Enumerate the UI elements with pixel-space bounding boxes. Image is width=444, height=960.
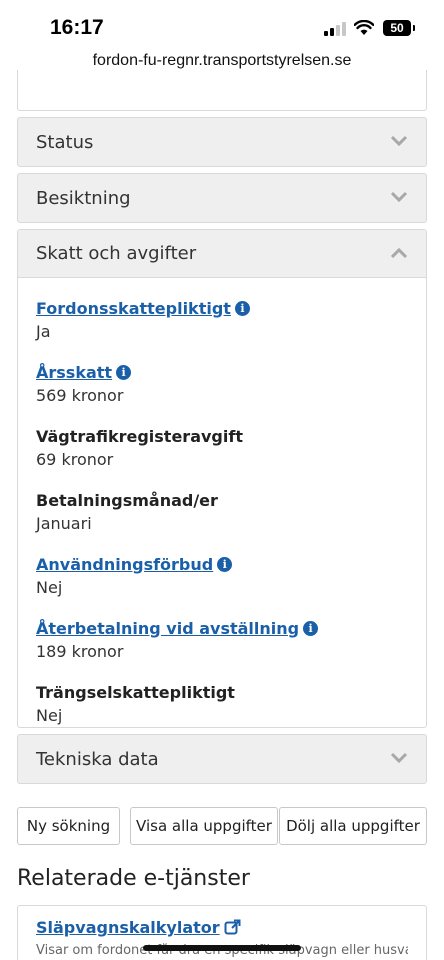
field-vagtrafikregisteravgift: Vägtrafikregisteravgift 69 kronor (36, 424, 408, 472)
field-label-text[interactable]: Återbetalning vid avställning (36, 619, 299, 638)
field-label-link[interactable]: Användningsförbud i (36, 552, 408, 576)
field-label: Trängselskattepliktigt (36, 682, 235, 702)
accordion-status-label: Status (36, 131, 94, 153)
accordion-skatt-label: Skatt och avgifter (36, 243, 197, 264)
service-link[interactable]: Släpvagnskalkylator (36, 918, 408, 937)
accordion-skatt: Skatt och avgifter Fordonsskattepliktigt… (17, 229, 427, 728)
field-fordonsskattepliktigt: Fordonsskattepliktigt i Ja (36, 296, 408, 344)
field-trangselskattepliktigt: Trängselskattepliktigt Nej (36, 680, 408, 728)
previous-panel-body (17, 70, 427, 111)
field-arsskatt: Årsskatt i 569 kronor (36, 360, 408, 408)
info-icon[interactable]: i (116, 364, 132, 380)
accordion-besiktning-label: Besiktning (36, 187, 131, 209)
service-card: Släpvagnskalkylator Visar om fordonet få… (17, 905, 427, 960)
field-value: Nej (36, 578, 63, 597)
info-icon[interactable]: i (303, 620, 319, 636)
field-label-text[interactable]: Användningsförbud (36, 555, 213, 574)
field-label-link[interactable]: Fordonsskattepliktigt i (36, 296, 408, 320)
field-value: Nej (36, 706, 63, 725)
status-bar: 16:17 50 (0, 0, 444, 48)
chevron-down-icon (390, 752, 408, 764)
field-label-link[interactable]: Återbetalning vid avställning i (36, 616, 408, 640)
field-anvandningsforbud: Användningsförbud i Nej (36, 552, 408, 600)
field-label: Betalningsmånad/er (36, 490, 218, 510)
chevron-down-icon (390, 191, 408, 203)
show-all-button[interactable]: Visa alla uppgifter (130, 807, 278, 845)
field-value: 569 kronor (36, 386, 124, 405)
action-buttons: Ny sökning Visa alla uppgifter Dölj alla… (17, 807, 427, 845)
info-icon[interactable]: i (217, 556, 233, 572)
chevron-up-icon[interactable] (390, 244, 408, 262)
hide-all-button[interactable]: Dölj alla uppgifter (279, 807, 427, 845)
field-label-text[interactable]: Fordonsskattepliktigt (36, 299, 231, 318)
new-search-button[interactable]: Ny sökning (17, 807, 120, 845)
field-label-text[interactable]: Årsskatt (36, 363, 112, 382)
field-betalningsmanad: Betalningsmånad/er Januari (36, 488, 408, 536)
status-time: 16:17 (50, 16, 104, 39)
service-link-text[interactable]: Släpvagnskalkylator (36, 918, 220, 937)
accordion-tekniska[interactable]: Tekniska data (17, 734, 427, 784)
chevron-down-icon (390, 135, 408, 147)
cellular-signal-icon (324, 22, 346, 36)
accordion-skatt-header[interactable]: Skatt och avgifter (18, 230, 426, 278)
skatt-fields: Fordonsskattepliktigt i Ja Årsskatt i 56… (18, 278, 426, 754)
field-value: 189 kronor (36, 642, 124, 661)
field-label-link[interactable]: Årsskatt i (36, 360, 408, 384)
accordion-besiktning[interactable]: Besiktning (17, 173, 427, 223)
battery-icon: 50 (383, 20, 415, 36)
home-indicator (143, 945, 301, 951)
field-value: Januari (36, 514, 92, 533)
wifi-icon (354, 20, 374, 35)
field-value: 69 kronor (36, 450, 114, 469)
info-icon[interactable]: i (234, 300, 250, 316)
accordion-status[interactable]: Status (17, 117, 427, 167)
field-aterbetalning: Återbetalning vid avställning i 189 kron… (36, 616, 408, 664)
field-label: Vägtrafikregisteravgift (36, 426, 243, 446)
related-services-title: Relaterade e-tjänster (17, 866, 250, 891)
field-value: Ja (36, 322, 51, 341)
accordion-tekniska-label: Tekniska data (36, 748, 159, 770)
external-link-icon (224, 919, 241, 935)
